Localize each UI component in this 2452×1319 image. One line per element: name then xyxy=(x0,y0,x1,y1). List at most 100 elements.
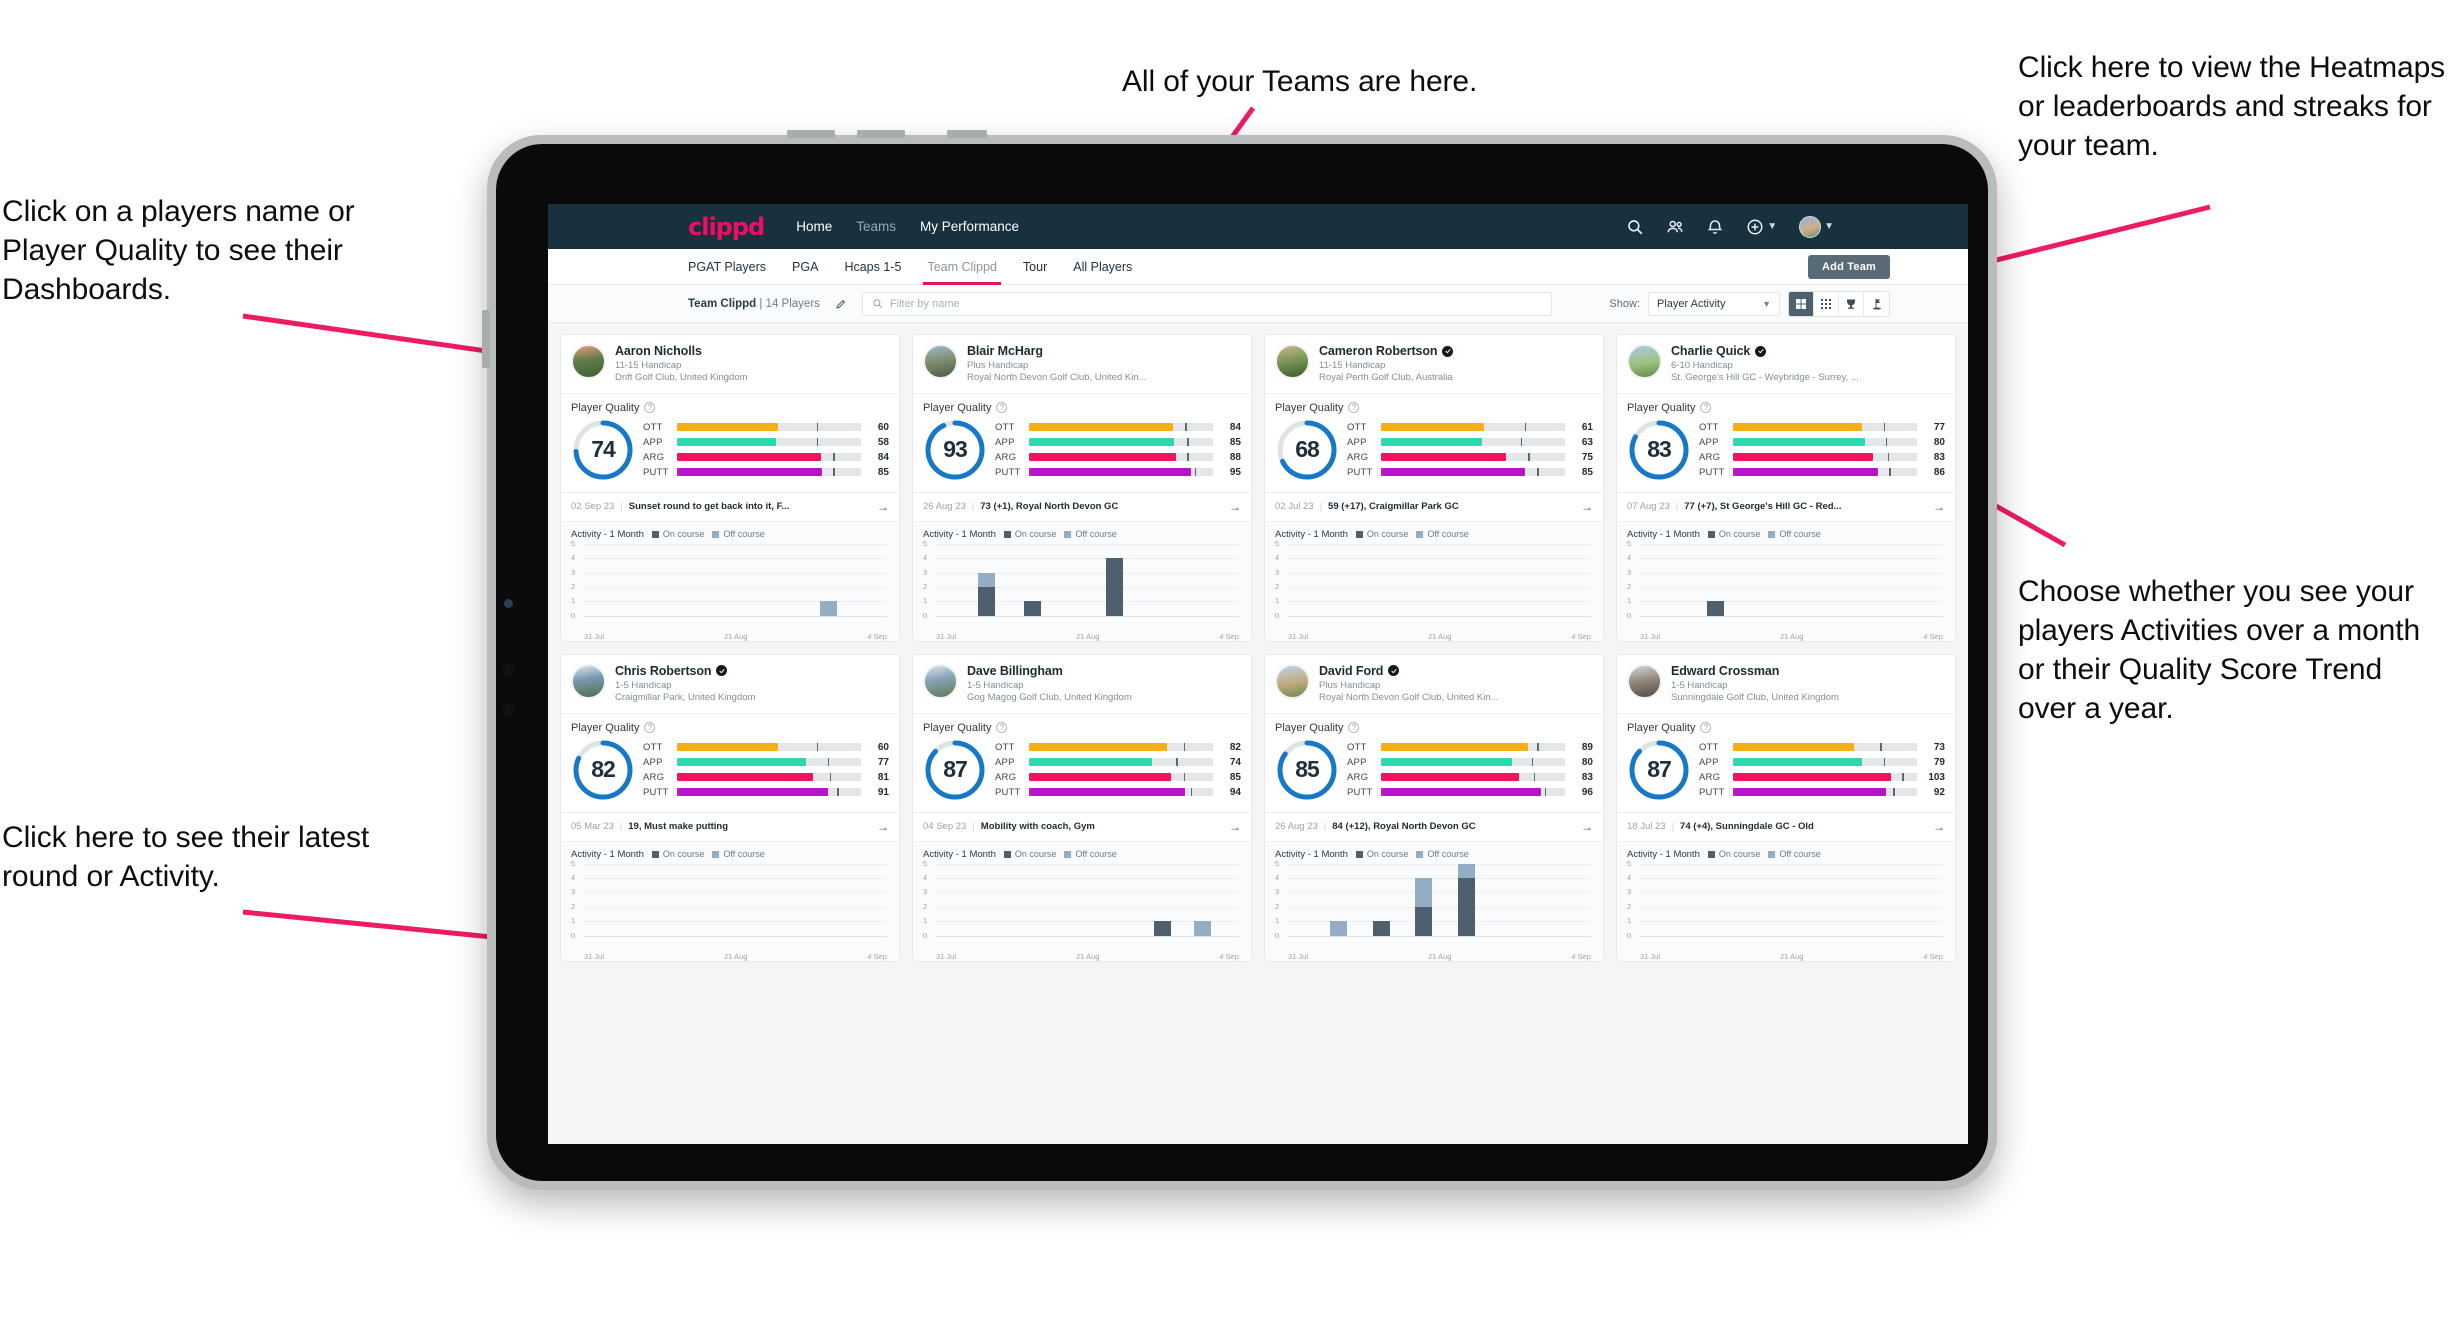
latest-round-row[interactable]: 26 Aug 23 | 73 (+1), Royal North Devon G… xyxy=(913,491,1251,521)
player-name[interactable]: Chris Robertson xyxy=(615,664,712,678)
clippd-logo[interactable]: clippd xyxy=(688,213,765,241)
player-name[interactable]: Dave Billingham xyxy=(967,664,1063,678)
tab-tour[interactable]: Tour xyxy=(1023,249,1047,285)
player-quality-body[interactable]: 74 OTT 60 APP 58 ARG 84 PUTT 85 xyxy=(561,416,899,492)
tab-pga[interactable]: PGA xyxy=(792,249,818,285)
latest-round-row[interactable]: 18 Jul 23 | 74 (+4), Sunningdale GC - Ol… xyxy=(1617,811,1955,841)
arrow-right-icon[interactable]: → xyxy=(1581,820,1593,834)
arrow-right-icon[interactable]: → xyxy=(1581,500,1593,514)
trophy-view-button[interactable] xyxy=(1839,291,1864,316)
avatar[interactable] xyxy=(571,344,606,379)
player-card-header[interactable]: Aaron Nicholls 11-15 Handicap Drift Golf… xyxy=(561,335,899,393)
search-icon[interactable] xyxy=(1626,218,1644,236)
arrow-right-icon[interactable]: → xyxy=(1933,820,1945,834)
chevron-down-icon[interactable]: ▼ xyxy=(1767,221,1777,232)
player-name-row[interactable]: Charlie Quick xyxy=(1671,344,1945,358)
player-name-row[interactable]: Blair McHarg xyxy=(967,344,1241,358)
quality-score-ring[interactable]: 68 xyxy=(1275,418,1339,482)
player-card-header[interactable]: Charlie Quick 6-10 Handicap St. George's… xyxy=(1617,335,1955,393)
player-name-row[interactable]: Dave Billingham xyxy=(967,664,1241,678)
search-input[interactable]: Filter by name xyxy=(861,291,1552,316)
tab-pgat-players[interactable]: PGAT Players xyxy=(688,249,766,285)
show-select[interactable]: Player Activity ▼ xyxy=(1648,291,1780,316)
player-name[interactable]: Charlie Quick xyxy=(1671,344,1750,358)
avatar[interactable] xyxy=(1627,663,1662,699)
avatar[interactable] xyxy=(1627,344,1662,379)
latest-round-row[interactable]: 07 Aug 23 | 77 (+7), St George's Hill GC… xyxy=(1617,491,1955,521)
arrow-right-icon[interactable]: → xyxy=(1933,500,1945,514)
player-name-row[interactable]: Cameron Robertson xyxy=(1319,344,1593,358)
nav-item-my-performance[interactable]: My Performance xyxy=(920,219,1019,234)
arrow-right-icon[interactable]: → xyxy=(877,500,889,514)
power-button[interactable] xyxy=(947,130,987,138)
help-icon[interactable]: ? xyxy=(1348,722,1360,733)
tab-team-clippd[interactable]: Team Clippd xyxy=(923,249,1002,285)
player-name-row[interactable]: Aaron Nicholls xyxy=(615,344,889,358)
tab-all-players[interactable]: All Players xyxy=(1073,249,1132,285)
player-card-header[interactable]: Dave Billingham 1-5 Handicap Gog Magog G… xyxy=(913,655,1251,713)
account-menu[interactable]: ▼ xyxy=(1799,215,1834,238)
player-name[interactable]: Blair McHarg xyxy=(967,344,1043,358)
player-card-header[interactable]: Blair McHarg Plus Handicap Royal North D… xyxy=(913,335,1251,393)
dense-grid-view-button[interactable] xyxy=(1814,291,1839,316)
tab-hcaps-1-5[interactable]: Hcaps 1-5 xyxy=(844,249,901,285)
player-card-header[interactable]: Cameron Robertson 11-15 Handicap Royal P… xyxy=(1265,335,1603,393)
side-button[interactable] xyxy=(482,310,490,368)
avatar[interactable] xyxy=(1799,215,1822,238)
flag-view-button[interactable] xyxy=(1864,292,1889,316)
quality-score-ring[interactable]: 74 xyxy=(571,418,635,482)
player-quality-body[interactable]: 82 OTT 60 APP 77 ARG 81 PUTT 91 xyxy=(561,736,899,812)
help-icon[interactable]: ? xyxy=(644,402,656,414)
help-icon[interactable]: ? xyxy=(1700,722,1712,733)
latest-round-row[interactable]: 05 Mar 23 | 19, Must make putting → xyxy=(561,811,899,841)
plus-circle-icon[interactable] xyxy=(1746,218,1764,236)
volume-button[interactable] xyxy=(857,130,905,138)
nav-item-home[interactable]: Home xyxy=(796,219,832,234)
player-card-header[interactable]: David Ford Plus Handicap Royal North Dev… xyxy=(1265,655,1603,713)
add-team-button[interactable]: Add Team xyxy=(1808,254,1890,279)
grid-view-button[interactable] xyxy=(1789,291,1814,316)
player-card[interactable]: Charlie Quick 6-10 Handicap St. George's… xyxy=(1616,334,1956,642)
bell-icon[interactable] xyxy=(1706,218,1724,236)
player-name-row[interactable]: David Ford xyxy=(1319,664,1593,678)
player-name-row[interactable]: Edward Crossman xyxy=(1671,664,1945,678)
quality-score-ring[interactable]: 83 xyxy=(1627,418,1691,482)
avatar[interactable] xyxy=(1275,663,1310,699)
player-card[interactable]: David Ford Plus Handicap Royal North Dev… xyxy=(1264,653,1604,962)
player-card[interactable]: Cameron Robertson 11-15 Handicap Royal P… xyxy=(1264,334,1604,642)
player-quality-body[interactable]: 93 OTT 84 APP 85 ARG 88 PUTT 95 xyxy=(913,416,1251,492)
latest-round-row[interactable]: 04 Sep 23 | Mobility with coach, Gym → xyxy=(913,811,1251,841)
quality-score-ring[interactable]: 85 xyxy=(1275,738,1339,802)
player-quality-body[interactable]: 85 OTT 89 APP 80 ARG 83 PUTT 96 xyxy=(1265,736,1603,812)
help-icon[interactable]: ? xyxy=(644,722,656,733)
quality-score-ring[interactable]: 93 xyxy=(923,418,987,482)
people-icon[interactable] xyxy=(1666,218,1684,236)
player-name[interactable]: Cameron Robertson xyxy=(1319,344,1438,358)
player-name[interactable]: Edward Crossman xyxy=(1671,664,1779,678)
player-name[interactable]: Aaron Nicholls xyxy=(615,344,702,358)
player-card-header[interactable]: Edward Crossman 1-5 Handicap Sunningdale… xyxy=(1617,655,1955,713)
avatar[interactable] xyxy=(1275,344,1310,379)
avatar[interactable] xyxy=(571,663,606,699)
player-quality-body[interactable]: 87 OTT 73 APP 79 ARG 103 PUTT 92 xyxy=(1617,736,1955,812)
avatar[interactable] xyxy=(923,344,958,379)
chevron-down-icon[interactable]: ▼ xyxy=(1824,221,1834,232)
quality-score-ring[interactable]: 87 xyxy=(923,738,987,802)
volume-button[interactable] xyxy=(787,130,835,138)
player-quality-body[interactable]: 87 OTT 82 APP 74 ARG 85 PUTT 94 xyxy=(913,736,1251,812)
player-card-header[interactable]: Chris Robertson 1-5 Handicap Craigmillar… xyxy=(561,655,899,713)
latest-round-row[interactable]: 02 Jul 23 | 59 (+17), Craigmillar Park G… xyxy=(1265,491,1603,521)
help-icon[interactable]: ? xyxy=(1348,402,1360,414)
player-card[interactable]: Blair McHarg Plus Handicap Royal North D… xyxy=(912,334,1252,642)
player-card[interactable]: Dave Billingham 1-5 Handicap Gog Magog G… xyxy=(912,653,1252,962)
help-icon[interactable]: ? xyxy=(1700,402,1712,414)
avatar[interactable] xyxy=(923,663,958,699)
player-card[interactable]: Chris Robertson 1-5 Handicap Craigmillar… xyxy=(560,653,900,962)
quality-score-ring[interactable]: 87 xyxy=(1627,738,1691,802)
edit-team-button[interactable] xyxy=(830,293,852,315)
nav-item-teams[interactable]: Teams xyxy=(856,219,896,234)
player-card[interactable]: Aaron Nicholls 11-15 Handicap Drift Golf… xyxy=(560,334,900,642)
player-card[interactable]: Edward Crossman 1-5 Handicap Sunningdale… xyxy=(1616,653,1956,962)
arrow-right-icon[interactable]: → xyxy=(877,820,889,834)
player-quality-body[interactable]: 68 OTT 61 APP 63 ARG 75 PUTT 85 xyxy=(1265,416,1603,492)
